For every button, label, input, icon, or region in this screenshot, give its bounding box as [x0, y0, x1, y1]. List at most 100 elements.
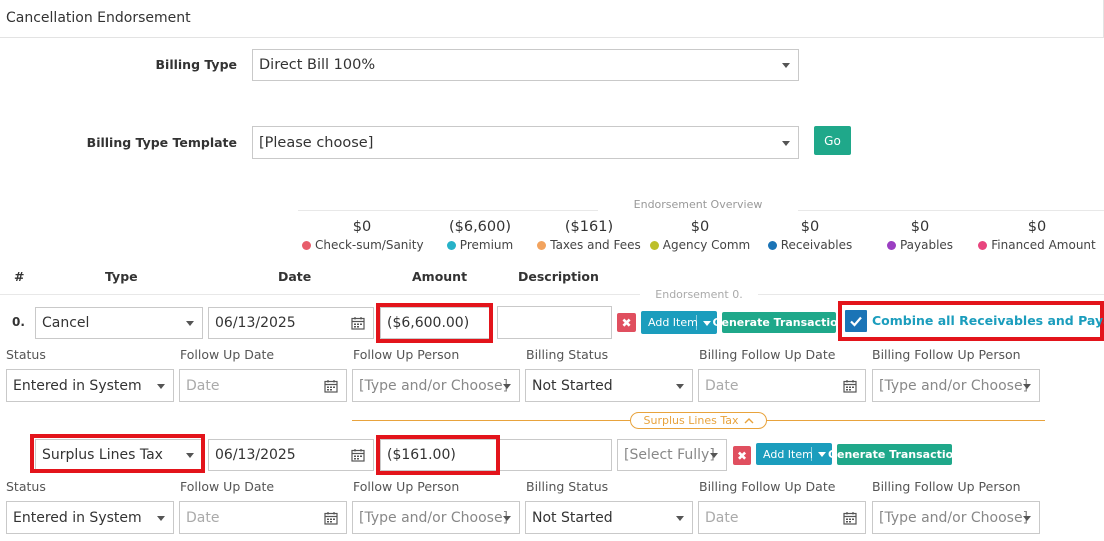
calendar-icon[interactable]: [351, 448, 365, 462]
billing-follow-up-date-placeholder: Date: [705, 509, 739, 526]
status-dot-icon: [302, 241, 311, 250]
follow-up-person-label: Follow Up Person: [353, 347, 460, 362]
overview-value: $0: [800, 219, 820, 235]
billing-follow-up-person-placeholder: [Type and/or Choose]: [879, 377, 1029, 394]
highlight-box: [376, 435, 500, 475]
col-header-type: Type: [105, 269, 138, 284]
highlight-box: [376, 303, 493, 343]
chevron-up-icon: [744, 418, 753, 424]
billing-type-template-label: Billing Type Template: [86, 135, 237, 150]
type-value: Cancel: [42, 315, 90, 331]
sub-fully-select[interactable]: [Select Fully]: [617, 439, 727, 471]
overview-value: ($161): [564, 219, 614, 235]
overview-label: Check-sum/Sanity: [315, 238, 424, 252]
sub-generate-transaction-button[interactable]: Generate Transaction: [828, 444, 961, 465]
overview-item-premium: ($6,600) Premium: [425, 219, 535, 252]
status-value: Entered in System: [13, 377, 142, 394]
overview-item-taxes: ($161) Taxes and Fees: [534, 219, 644, 252]
overview-item-financed: $0 Financed Amount: [978, 219, 1096, 252]
follow-up-person-select[interactable]: [Type and/or Choose]: [352, 501, 520, 534]
billing-status-value: Not Started: [532, 377, 613, 394]
calendar-icon[interactable]: [843, 511, 857, 525]
add-item-button[interactable]: Add Item: [641, 311, 717, 334]
overview-label: Receivables: [780, 238, 853, 252]
delete-icon[interactable]: ✖: [733, 446, 751, 465]
chevron-down-icon: [503, 515, 511, 521]
status-select[interactable]: Entered in System: [6, 501, 174, 534]
chevron-down-icon: [186, 321, 194, 326]
overview-item-checksum: $0 Check-sum/Sanity: [302, 219, 424, 252]
description-input[interactable]: [497, 306, 612, 339]
type-select[interactable]: Cancel: [35, 307, 203, 339]
billing-follow-up-person-select[interactable]: [Type and/or Choose]: [872, 501, 1040, 534]
overview-label: Payables: [899, 238, 954, 252]
billing-follow-up-date-input[interactable]: Date: [698, 501, 866, 534]
check-icon: [850, 316, 862, 327]
go-button[interactable]: Go: [814, 126, 851, 155]
billing-status-select[interactable]: Not Started: [525, 369, 693, 402]
billing-follow-up-date-placeholder: Date: [705, 377, 739, 394]
chevron-down-icon: [157, 515, 165, 521]
endorsement-divider: [0, 294, 1104, 295]
follow-up-date-input[interactable]: Date: [179, 501, 347, 534]
chevron-down-icon: [676, 383, 684, 389]
date-input[interactable]: 06/13/2025: [208, 307, 374, 339]
calendar-icon[interactable]: [324, 379, 338, 393]
status-dot-icon: [767, 241, 777, 250]
follow-up-person-placeholder: [Type and/or Choose]: [359, 509, 509, 526]
sub-add-item-button[interactable]: Add Item: [756, 443, 832, 465]
calendar-icon[interactable]: [324, 511, 338, 525]
overview-value: $0: [1027, 219, 1047, 235]
overview-value: $0: [690, 219, 710, 235]
overview-label: Taxes and Fees: [550, 238, 641, 252]
col-header-num: #: [14, 269, 25, 284]
billing-follow-up-date-input[interactable]: Date: [698, 369, 866, 402]
follow-up-person-select[interactable]: [Type and/or Choose]: [352, 369, 520, 402]
overview-label: Financed Amount: [991, 238, 1096, 252]
overview-value: $0: [910, 219, 930, 235]
overview-item-receivables: $0 Receivables: [755, 219, 865, 252]
status-value: Entered in System: [13, 509, 142, 526]
delete-icon[interactable]: ✖: [617, 313, 636, 332]
billing-type-label: Billing Type: [155, 57, 237, 72]
billing-status-value: Not Started: [532, 509, 613, 526]
billing-type-value: Direct Bill 100%: [259, 57, 376, 73]
billing-status-label: Billing Status: [526, 479, 609, 494]
add-item-label: Add Item: [648, 316, 698, 329]
surplus-lines-tag[interactable]: Surplus Lines Tax: [630, 412, 767, 429]
date-value: 06/13/2025: [215, 315, 296, 331]
calendar-icon[interactable]: [351, 316, 365, 330]
sub-date-input[interactable]: 06/13/2025: [208, 439, 374, 471]
follow-up-date-placeholder: Date: [186, 509, 220, 526]
status-label: Status: [6, 347, 46, 362]
chevron-down-icon: [157, 383, 165, 389]
col-header-date: Date: [278, 269, 312, 284]
generate-transaction-button[interactable]: Generate Transaction: [712, 312, 846, 333]
combine-checkbox[interactable]: [845, 310, 867, 332]
billing-type-select[interactable]: Direct Bill 100%: [252, 49, 799, 81]
billing-follow-up-person-select[interactable]: [Type and/or Choose]: [872, 369, 1040, 402]
button-separator: [696, 315, 697, 330]
billing-follow-up-person-placeholder: [Type and/or Choose]: [879, 509, 1029, 526]
follow-up-date-input[interactable]: Date: [179, 369, 347, 402]
button-separator: [811, 447, 812, 461]
follow-up-date-label: Follow Up Date: [180, 479, 275, 494]
overview-title: Endorsement Overview: [598, 198, 798, 211]
billing-type-template-select[interactable]: [Please choose]: [252, 126, 799, 159]
chevron-down-icon: [1023, 383, 1031, 389]
billing-status-label: Billing Status: [526, 347, 609, 362]
follow-up-date-placeholder: Date: [186, 377, 220, 394]
calendar-icon[interactable]: [843, 379, 857, 393]
chevron-down-icon: [782, 63, 790, 68]
chevron-down-icon: [503, 383, 511, 389]
combine-label[interactable]: Combine all Receivables and Payables: [872, 313, 1104, 328]
chevron-down-icon: [703, 320, 711, 326]
status-select[interactable]: Entered in System: [6, 369, 174, 402]
status-dot-icon: [978, 241, 988, 250]
overview-label: Agency Comm: [662, 238, 751, 252]
sub-add-item-label: Add Item: [763, 447, 813, 461]
billing-status-select[interactable]: Not Started: [525, 501, 693, 534]
overview-item-agency-comm: $0 Agency Comm: [645, 219, 755, 252]
follow-up-person-placeholder: [Type and/or Choose]: [359, 377, 509, 394]
overview-label: Premium: [459, 238, 514, 252]
